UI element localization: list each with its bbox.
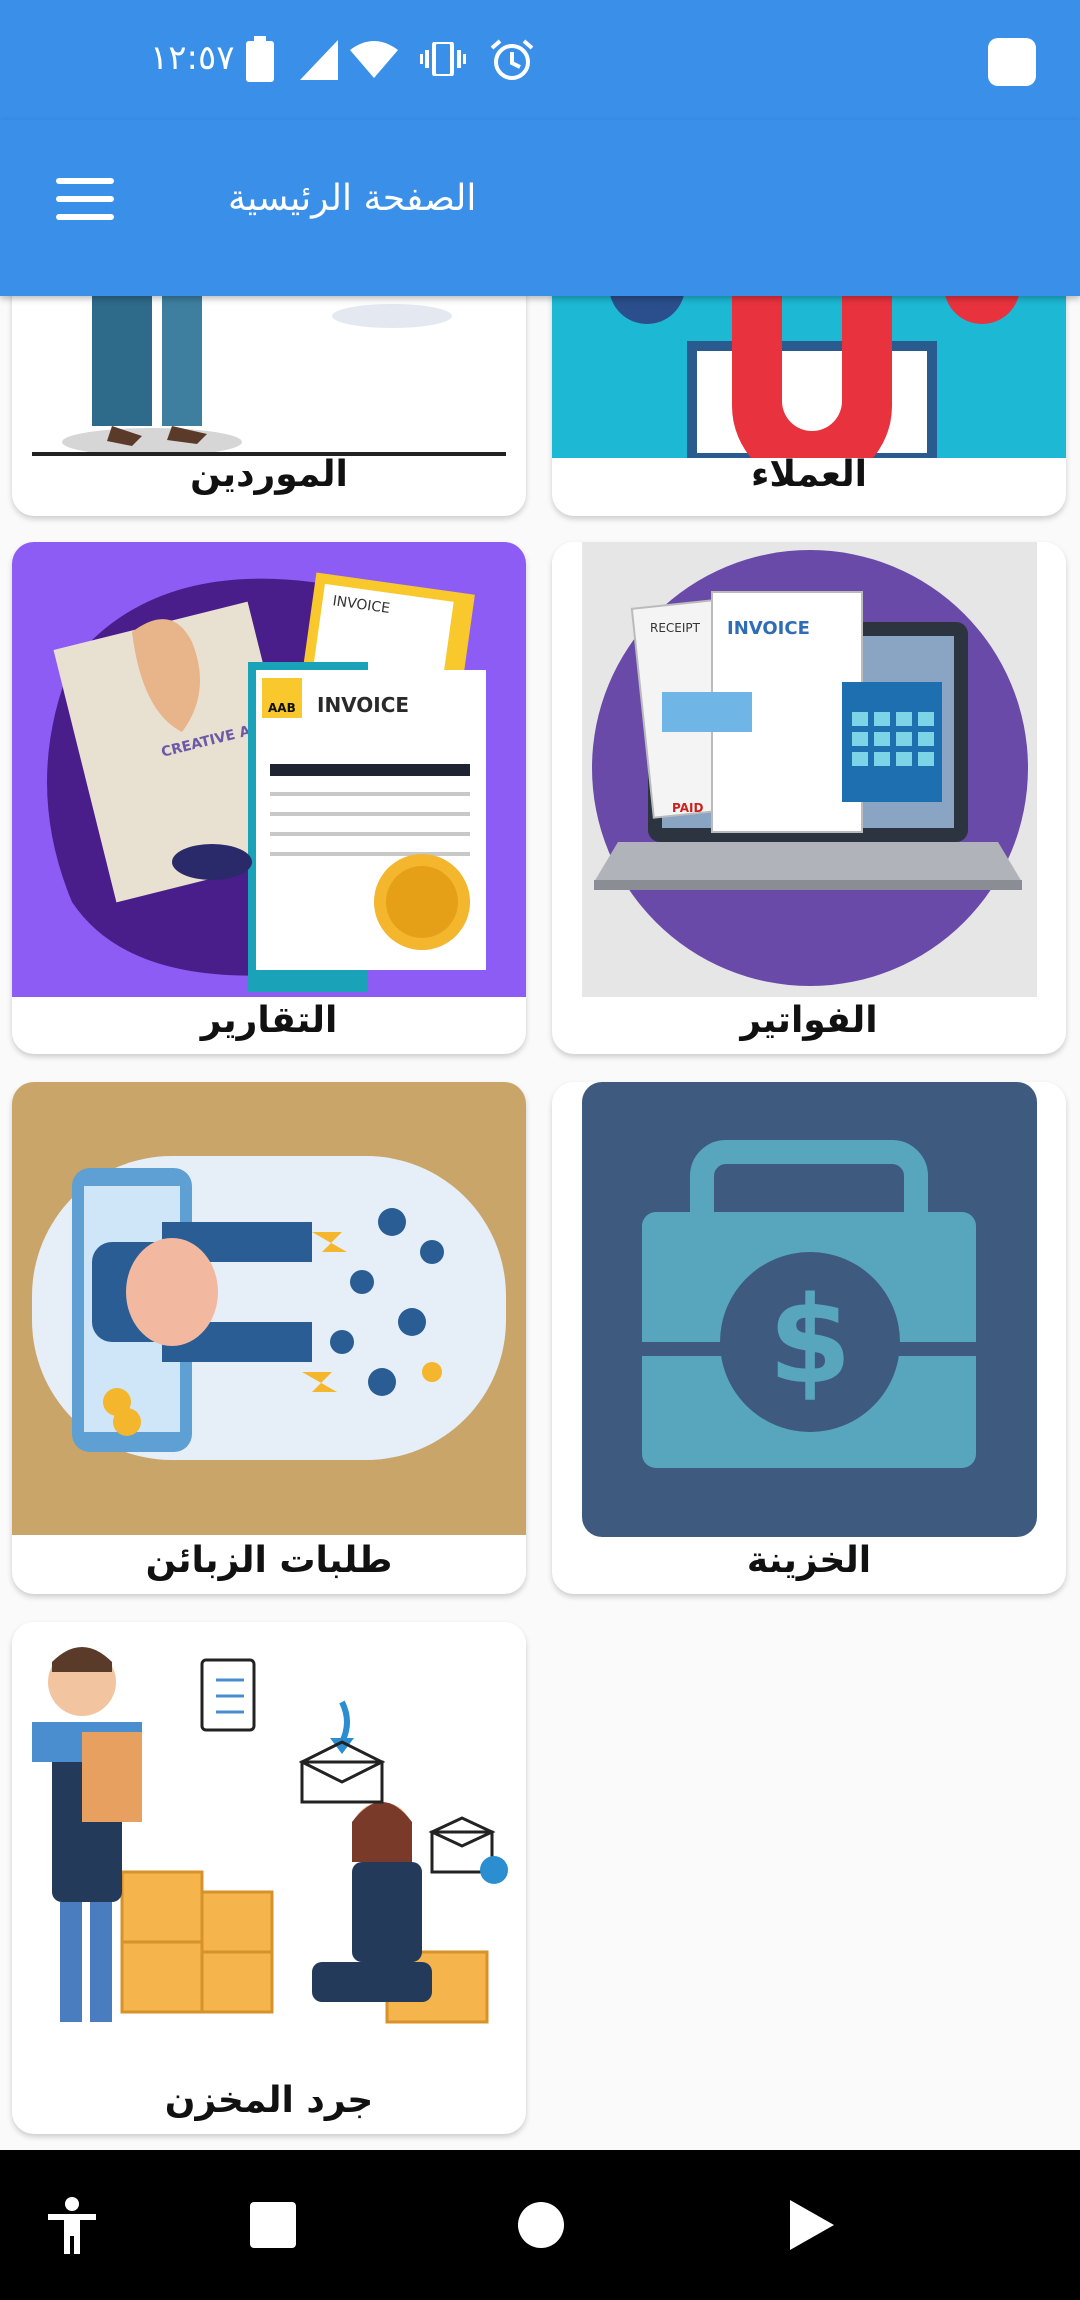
invoice-text: INVOICE (727, 618, 810, 639)
hamburger-menu-icon[interactable] (56, 178, 120, 226)
notification-icon (988, 38, 1036, 86)
customer-orders-image (12, 1082, 526, 1535)
status-time: ١٢:٥٧ (150, 38, 235, 78)
customers-image (552, 296, 1066, 458)
card-inventory[interactable]: جرد المخزن (12, 1622, 526, 2134)
main-grid: العملاء الموردين INVOICE RECEIPT PAID ال… (0, 296, 1080, 2150)
card-suppliers[interactable]: الموردين (12, 296, 526, 516)
card-customer-orders[interactable]: طلبات الزبائن (12, 1082, 526, 1594)
card-label: التقارير (200, 1000, 338, 1041)
card-customers[interactable]: العملاء (552, 296, 1066, 516)
card-reports[interactable]: CREATIVE AGENCY INVOICE AAB INVOICE التق… (12, 542, 526, 1054)
receipt-text: RECEIPT (650, 621, 701, 635)
svg-text:$: $ (768, 1272, 852, 1411)
alarm-icon (490, 39, 534, 80)
card-invoices[interactable]: INVOICE RECEIPT PAID الفواتير (552, 542, 1066, 1054)
reports-image: CREATIVE AGENCY INVOICE AAB INVOICE (12, 542, 526, 997)
treasury-image: $ (552, 1082, 1066, 1542)
paid-text: PAID (672, 801, 703, 815)
page-title: الصفحة الرئيسية (228, 178, 477, 219)
card-label: الموردين (190, 454, 348, 495)
back-icon[interactable] (788, 2200, 836, 2250)
aab-text: AAB (268, 701, 296, 715)
recents-icon[interactable] (250, 2202, 296, 2248)
status-bar: ١٢:٥٧ (0, 0, 1080, 120)
card-treasury[interactable]: $ الخزينة (552, 1082, 1066, 1594)
home-icon[interactable] (518, 2202, 564, 2248)
app-bar: الصفحة الرئيسية (0, 120, 1080, 296)
invoices-image: INVOICE RECEIPT PAID (552, 542, 1066, 997)
battery-icon (246, 36, 274, 82)
card-label: الفواتير (740, 1000, 878, 1041)
invoice-text: INVOICE (317, 693, 409, 717)
vibrate-icon (420, 42, 466, 76)
system-nav-bar (0, 2150, 1080, 2300)
card-label: العملاء (750, 454, 868, 495)
signal-icon (300, 40, 338, 80)
card-label: جرد المخزن (164, 2080, 374, 2121)
accessibility-icon[interactable] (44, 2196, 100, 2256)
card-label: طلبات الزبائن (145, 1540, 393, 1581)
inventory-image (12, 1622, 526, 2077)
wifi-icon (350, 41, 398, 78)
card-label: الخزينة (746, 1540, 872, 1581)
suppliers-image (12, 296, 526, 458)
